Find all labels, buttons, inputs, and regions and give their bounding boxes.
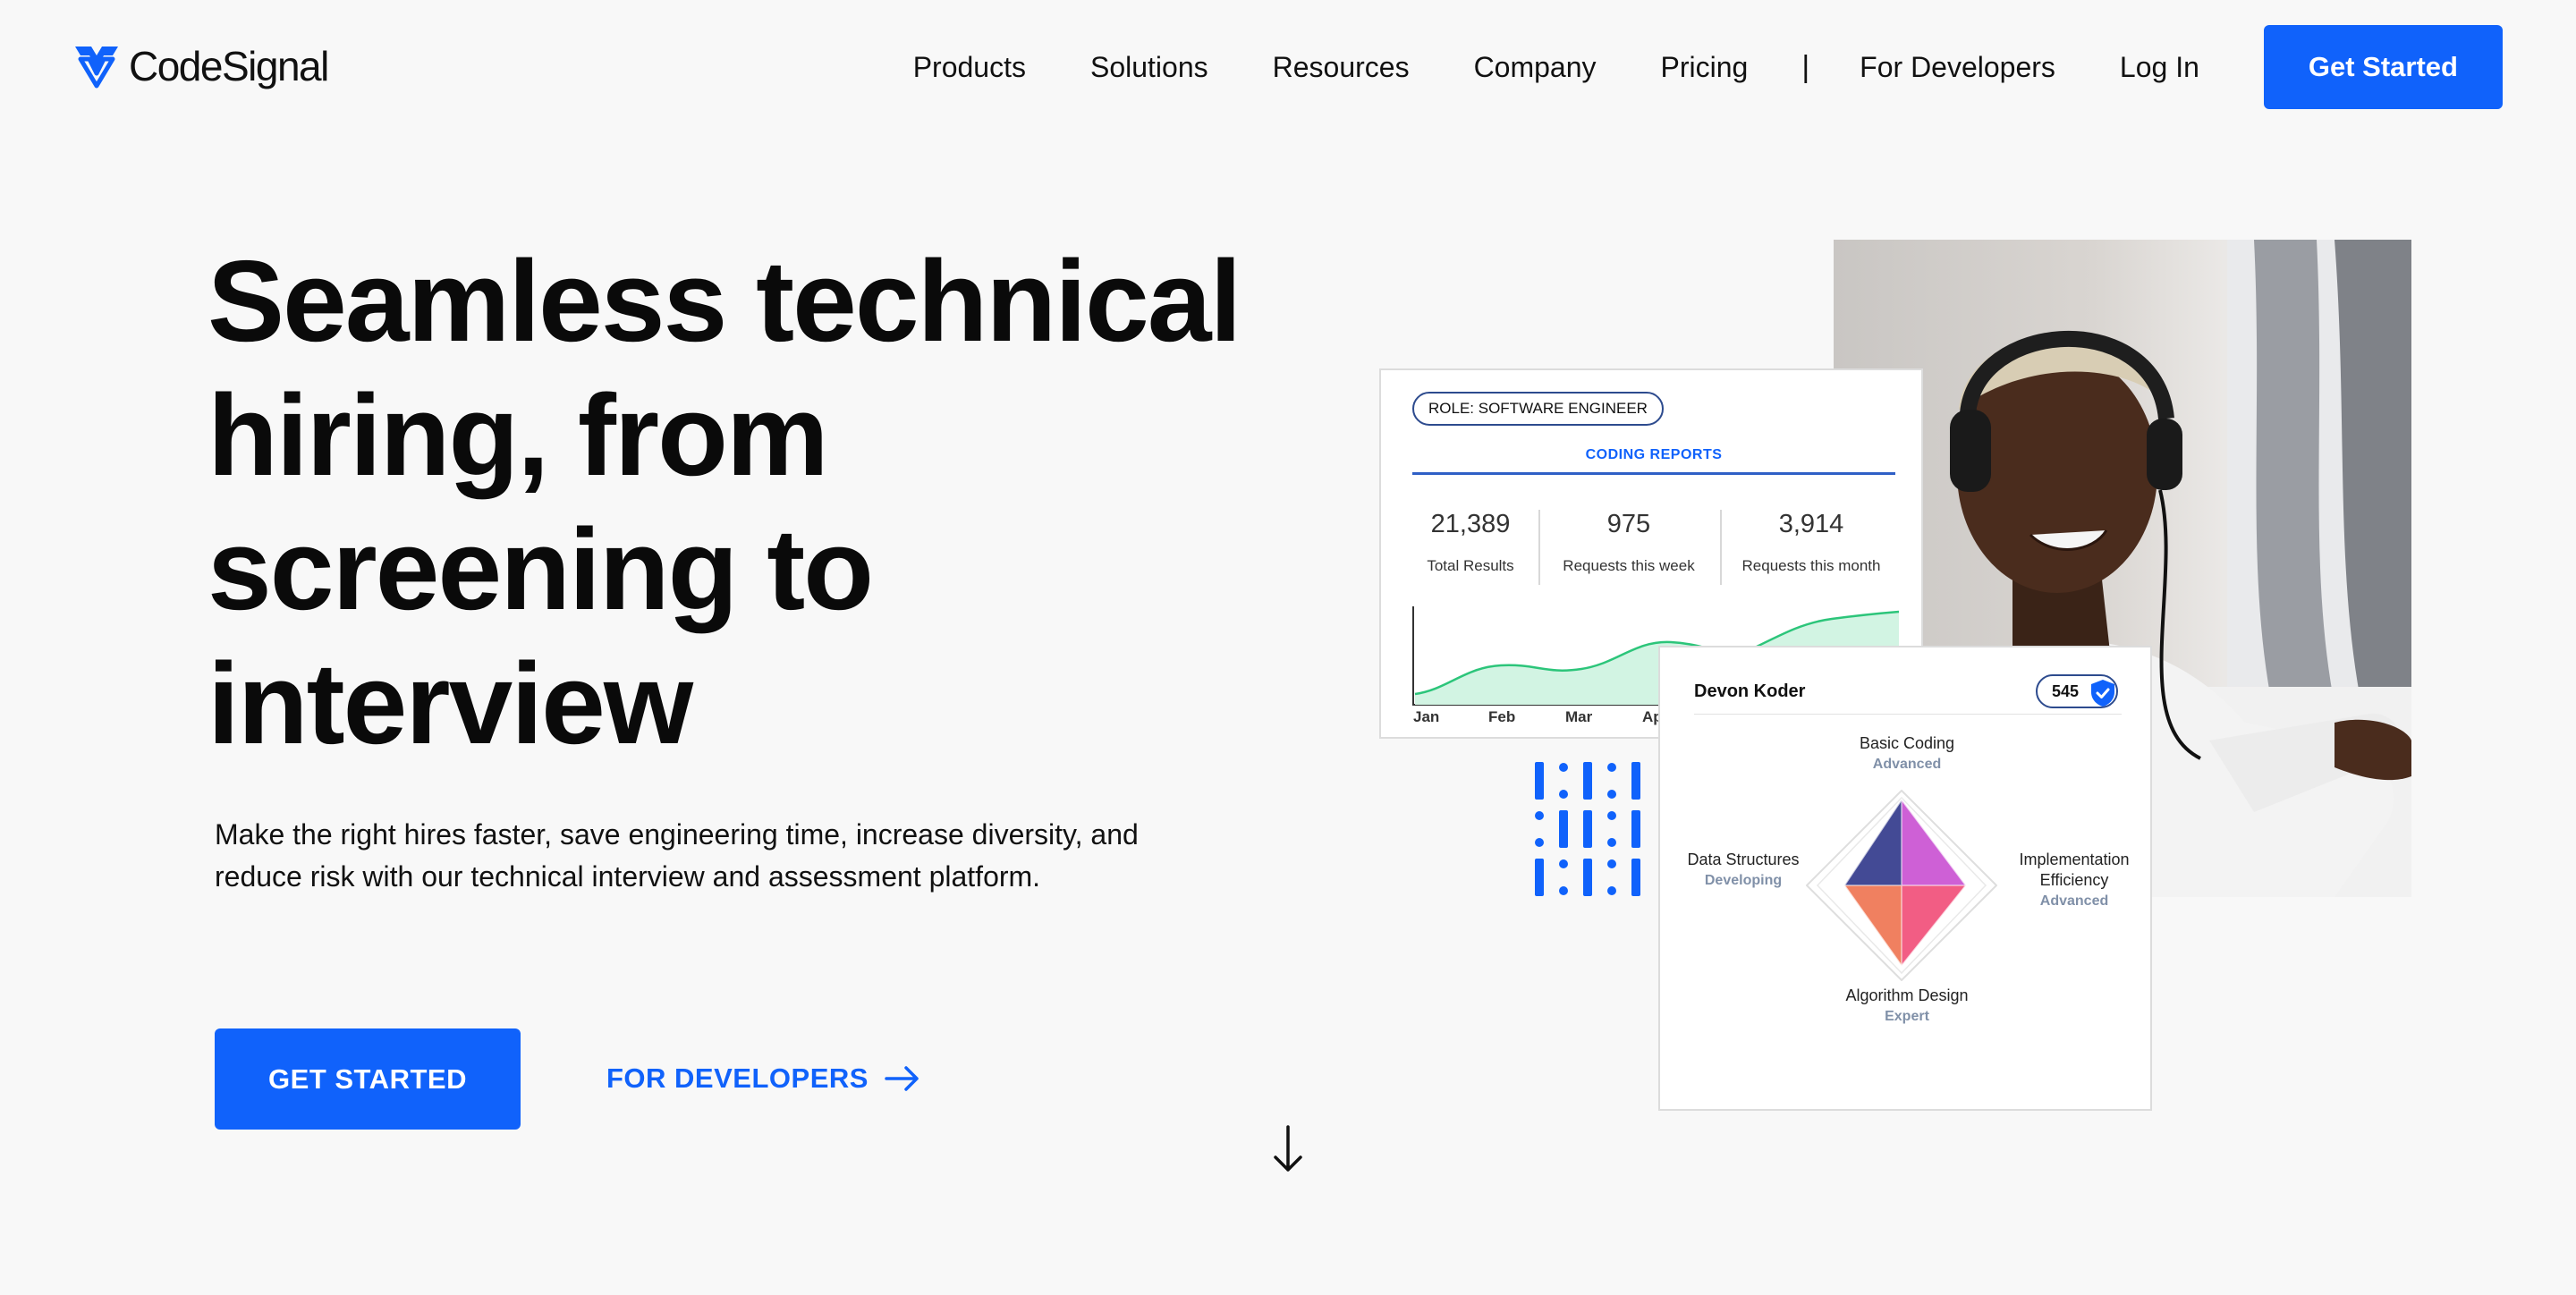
stat-label: Requests this week <box>1563 557 1695 574</box>
skill-name: Algorithm Design <box>1845 986 1969 1004</box>
report-title: CODING REPORTS <box>1585 447 1723 462</box>
month-label: Mar <box>1565 708 1593 725</box>
hero-for-developers-link[interactable]: FOR DEVELOPERS <box>606 1054 920 1104</box>
skill-level: Expert <box>1885 1009 1929 1024</box>
nav-products[interactable]: Products <box>913 51 1026 84</box>
report-title-underline <box>1412 472 1895 475</box>
nav-for-developers[interactable]: For Developers <box>1860 51 2055 84</box>
codesignal-logo[interactable]: CodeSignal <box>72 39 329 93</box>
stat-divider <box>1538 510 1540 585</box>
for-developers-label: FOR DEVELOPERS <box>606 1062 869 1094</box>
hero-get-started-button[interactable]: GET STARTED <box>215 1028 521 1130</box>
month-label: Feb <box>1488 708 1516 725</box>
score-badge: 545 <box>2036 674 2118 708</box>
hero-title: Seamless technical hiring, from screenin… <box>208 237 1241 768</box>
codesignal-logo-icon <box>75 47 118 89</box>
nav-resources[interactable]: Resources <box>1273 51 1410 84</box>
profile-divider <box>1694 714 2122 715</box>
arrow-down-icon[interactable] <box>1270 1125 1306 1173</box>
logo-wordmark: CodeSignal <box>129 43 329 89</box>
skill-name: Implementation Efficiency <box>2019 851 2130 889</box>
skill-level: Developing <box>1704 873 1783 888</box>
stat-total-results: 21,389 Total Results <box>1394 510 1546 575</box>
skill-radar-diamond <box>1806 790 1997 981</box>
month-label: Jan <box>1413 708 1440 725</box>
hero-subtitle: Make the right hires faster, save engine… <box>215 818 1139 893</box>
site-header: CodeSignal Products Solutions Resources … <box>0 0 2576 134</box>
stat-value: 975 <box>1606 510 1651 538</box>
decorative-dot-pattern <box>1535 762 1640 896</box>
stat-requests-month: 3,914 Requests this month <box>1735 510 1887 575</box>
skill-algorithm-design: Algorithm Design Expert <box>1800 986 2014 1027</box>
stat-requests-week: 975 Requests this week <box>1553 510 1705 575</box>
nav-log-in[interactable]: Log In <box>2120 51 2199 84</box>
skill-implementation-efficiency: Implementation Efficiency Advanced <box>2007 850 2141 911</box>
skill-name: Data Structures <box>1687 851 1800 868</box>
nav-pricing[interactable]: Pricing <box>1661 51 1749 84</box>
nav-solutions[interactable]: Solutions <box>1090 51 1208 84</box>
verified-shield-icon <box>2091 680 2114 707</box>
skill-level: Advanced <box>1872 757 1942 772</box>
stat-label: Requests this month <box>1741 557 1881 574</box>
stat-value: 21,389 <box>1430 510 1511 538</box>
score-value: 545 <box>2052 682 2080 700</box>
skill-basic-coding: Basic Coding Advanced <box>1818 733 1996 774</box>
skill-name: Basic Coding <box>1859 734 1955 752</box>
skill-data-structures: Data Structures Developing <box>1676 850 1810 891</box>
stat-value: 3,914 <box>1778 510 1844 538</box>
nav-company[interactable]: Company <box>1474 51 1597 84</box>
get-started-button[interactable]: Get Started <box>2263 25 2503 109</box>
arrow-right-icon <box>885 1066 919 1091</box>
nav-separator: | <box>1801 49 1810 84</box>
candidate-name: Devon Koder <box>1694 681 1806 701</box>
candidate-profile-card: Devon Koder 545 Basic Coding Advanced Da… <box>1658 646 2152 1111</box>
skill-level: Advanced <box>2039 893 2109 909</box>
role-badge: ROLE: SOFTWARE ENGINEER <box>1412 392 1664 426</box>
stat-label: Total Results <box>1427 557 1514 574</box>
stat-divider <box>1720 510 1722 585</box>
main-nav: Products Solutions Resources Company Pri… <box>913 25 2503 109</box>
